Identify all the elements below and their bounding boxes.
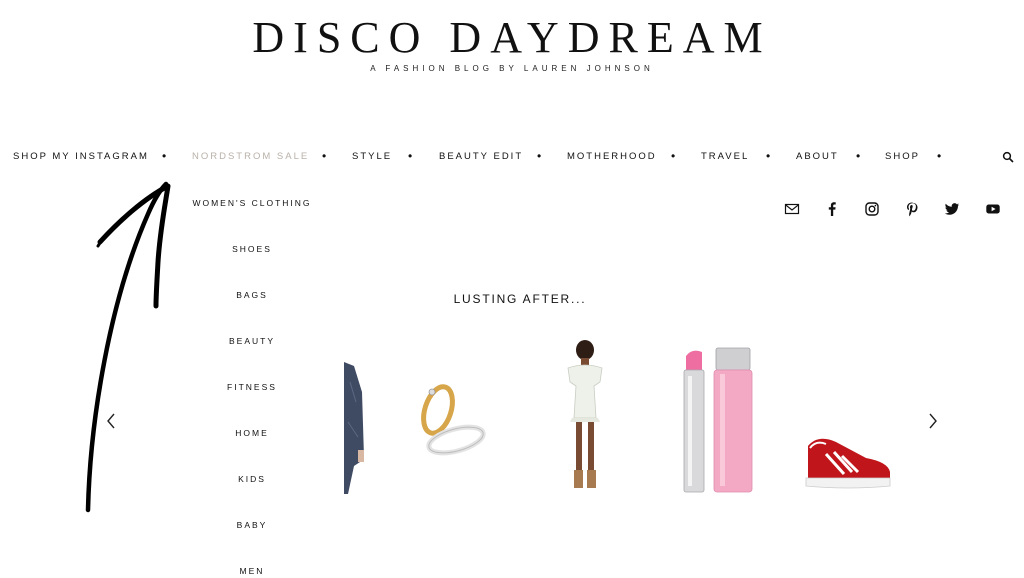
dropdown-item-men[interactable]: MEN bbox=[182, 566, 322, 576]
twitter-icon[interactable] bbox=[944, 201, 960, 217]
nav-separator: • bbox=[408, 149, 415, 163]
nav-separator: • bbox=[162, 149, 169, 163]
main-nav: SHOP MY INSTAGRAM • NORDSTROM SALE • STY… bbox=[0, 150, 1024, 164]
nav-separator: • bbox=[671, 149, 678, 163]
carousel-title: LUSTING AFTER... bbox=[453, 292, 587, 306]
nav-item-style[interactable]: STYLE bbox=[352, 150, 392, 164]
dropdown-item-womens-clothing[interactable]: WOMEN'S CLOTHING bbox=[182, 198, 322, 208]
product-white-ruffle-dress[interactable] bbox=[560, 340, 610, 498]
nav-separator: • bbox=[537, 149, 544, 163]
product-pajama-shirt[interactable] bbox=[344, 362, 366, 494]
instagram-icon[interactable] bbox=[864, 201, 880, 217]
chevron-right-icon[interactable] bbox=[926, 412, 938, 430]
product-pink-lip-glow[interactable] bbox=[680, 346, 756, 494]
nav-item-motherhood[interactable]: MOTHERHOOD bbox=[567, 150, 657, 164]
nav-item-travel[interactable]: TRAVEL bbox=[701, 150, 749, 164]
facebook-icon[interactable] bbox=[824, 201, 840, 217]
dropdown-item-fitness[interactable]: FITNESS bbox=[182, 382, 322, 392]
chevron-left-icon[interactable] bbox=[106, 412, 118, 430]
nav-separator: • bbox=[322, 149, 329, 163]
dropdown-item-shoes[interactable]: SHOES bbox=[182, 244, 322, 254]
nav-separator: • bbox=[856, 149, 863, 163]
site-title[interactable]: DISCO DAYDREAM bbox=[0, 14, 1024, 62]
hand-drawn-arrow bbox=[85, 181, 171, 513]
email-icon[interactable] bbox=[784, 201, 800, 217]
dropdown-item-beauty[interactable]: BEAUTY bbox=[182, 336, 322, 346]
youtube-icon[interactable] bbox=[985, 201, 1001, 217]
pinterest-icon[interactable] bbox=[904, 201, 920, 217]
search-icon[interactable] bbox=[1002, 150, 1014, 163]
dropdown-item-baby[interactable]: BABY bbox=[182, 520, 322, 530]
nav-item-nordstrom-sale[interactable]: NORDSTROM SALE bbox=[192, 150, 309, 164]
nav-separator: • bbox=[937, 149, 944, 163]
nav-item-shop[interactable]: SHOP bbox=[885, 150, 920, 164]
product-red-sneaker[interactable] bbox=[804, 432, 892, 490]
product-gold-rings[interactable] bbox=[410, 382, 490, 458]
nav-item-beauty-edit[interactable]: BEAUTY EDIT bbox=[439, 150, 523, 164]
dropdown-item-home[interactable]: HOME bbox=[182, 428, 322, 438]
nav-separator: • bbox=[766, 149, 773, 163]
nav-item-shop-my-instagram[interactable]: SHOP MY INSTAGRAM bbox=[13, 150, 149, 164]
dropdown-item-kids[interactable]: KIDS bbox=[182, 474, 322, 484]
site-tagline: A FASHION BLOG BY LAUREN JOHNSON bbox=[370, 64, 654, 73]
nav-item-about[interactable]: ABOUT bbox=[796, 150, 839, 164]
